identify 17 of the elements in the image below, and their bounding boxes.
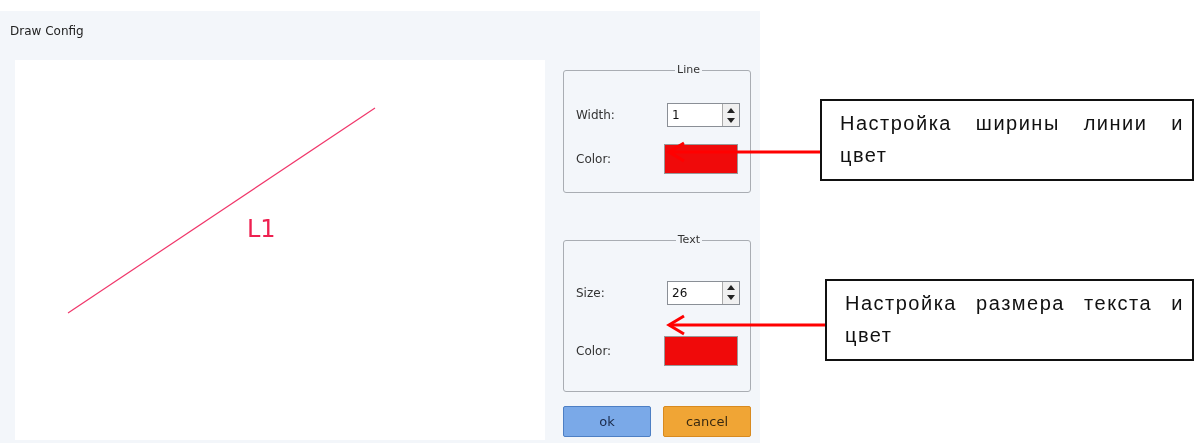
spin-buttons-icon[interactable]	[722, 104, 739, 127]
callout-text: Настройка ширины линии и цвет	[840, 111, 1184, 168]
spin-buttons-icon[interactable]	[722, 281, 739, 304]
window-title: Draw Config	[10, 24, 84, 38]
group-title: Line	[675, 63, 702, 76]
group-title: Text	[675, 233, 702, 246]
color-swatch[interactable]	[664, 335, 738, 366]
ok-button[interactable]: ok	[563, 406, 651, 437]
field-label: Color:	[576, 151, 612, 166]
callout-text: Настройка размера текста и цвет	[845, 291, 1184, 348]
spin-box[interactable]: 1	[667, 103, 740, 128]
cancel-button[interactable]: cancel	[663, 406, 751, 437]
field-label: Color:	[576, 343, 612, 358]
spin-box[interactable]: 26	[667, 280, 740, 305]
field-label: Size:	[576, 285, 605, 300]
field-label: Width:	[576, 108, 615, 123]
line-label: L1	[247, 215, 276, 243]
